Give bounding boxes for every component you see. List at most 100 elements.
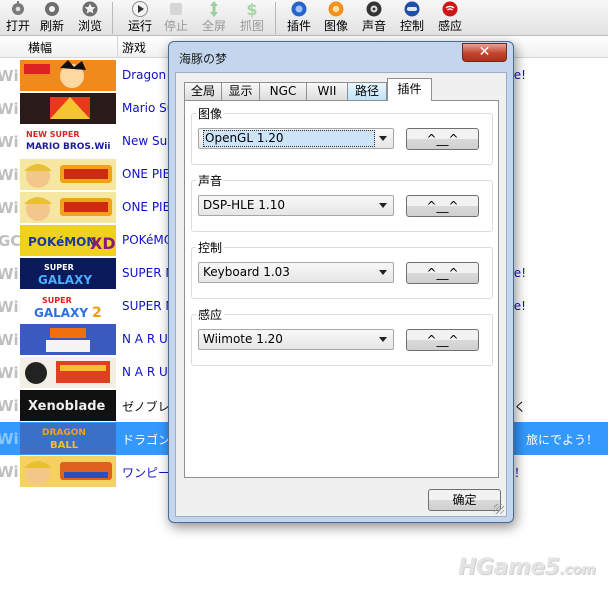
group-label: 控制 (196, 239, 225, 256)
svg-text:GALAXY: GALAXY (38, 273, 92, 287)
svg-text:BALL: BALL (50, 440, 79, 451)
plugin-label: 插件 (286, 19, 311, 33)
chevron-down-icon (379, 337, 387, 342)
run-button[interactable]: 运行 (122, 0, 158, 36)
tab-plugins[interactable]: 插件 (387, 78, 432, 101)
toolbar: 打开 刷新 浏览 运行 停止 全屏 $ 抓图 插件 图像 声音 控制 感应 (0, 0, 608, 36)
group-label: 图像 (196, 105, 225, 122)
svg-text:DRAGON: DRAGON (42, 428, 86, 438)
fullscreen-label: 全屏 (201, 19, 226, 33)
svg-text:GALAXY: GALAXY (34, 306, 88, 320)
wiimote-config-button[interactable]: ^__^ (406, 329, 479, 351)
open-label: 打开 (5, 19, 30, 33)
close-icon: ✕ (478, 44, 491, 60)
graphics-plugin-select[interactable]: OpenGL 1.20 (198, 128, 394, 149)
controller-plugin-select[interactable]: Keyboard 1.03 (198, 262, 394, 283)
game-title: N A R U (122, 332, 168, 346)
select-value: Wiimote 1.20 (203, 332, 283, 346)
watermark-text: HGame5 (458, 555, 560, 580)
graphics-icon (328, 1, 344, 17)
stop-icon (170, 3, 182, 15)
sound-button[interactable]: 声音 (356, 0, 392, 36)
open-icon (12, 1, 24, 15)
refresh-icon (45, 2, 59, 16)
open-button[interactable]: 打开 (0, 0, 36, 36)
banner-image: POKéMONXD (20, 225, 116, 256)
game-title: Dragon (122, 68, 167, 82)
plugins-panel: 图像 OpenGL 1.20 ^__^ 声音 DSP-HLE 1.10 ^__^… (184, 100, 499, 478)
graphics-button[interactable]: 图像 (318, 0, 354, 36)
svg-text:MARIO BROS.Wii: MARIO BROS.Wii (26, 142, 110, 152)
controller-button[interactable]: 控制 (394, 0, 430, 36)
banner-image (20, 93, 116, 124)
browse-button[interactable]: 浏览 (72, 0, 108, 36)
refresh-button[interactable]: 刷新 (34, 0, 70, 36)
game-title: ONE PIE (122, 200, 171, 214)
game-title: POKéMO (122, 233, 174, 247)
column-game[interactable]: 游戏 (122, 39, 146, 56)
svg-text:POKéMON: POKéMON (28, 235, 96, 249)
chevron-down-icon (379, 270, 387, 275)
column-banner[interactable]: 横幅 (28, 39, 52, 56)
browse-label: 浏览 (77, 19, 102, 33)
sound-config-button[interactable]: ^__^ (406, 195, 479, 217)
banner-image (20, 192, 116, 223)
dialog-body: 全局 显示 NGC WII 路径 插件 图像 OpenGL 1.20 ^__^ … (175, 72, 507, 517)
svg-text:Xenoblade: Xenoblade (28, 399, 106, 414)
fullscreen-button[interactable]: 全屏 (196, 0, 232, 36)
group-label: 声音 (196, 172, 225, 189)
sound-label: 声音 (361, 19, 386, 33)
graphics-label: 图像 (323, 19, 348, 33)
plugin-button[interactable]: 插件 (281, 0, 317, 36)
platform-label: GC (0, 232, 22, 250)
wiimote-icon (442, 1, 458, 17)
graphics-config-button[interactable]: ^__^ (406, 128, 479, 150)
game-title: ONE PIE (122, 167, 171, 181)
resize-grip[interactable] (494, 504, 504, 514)
wiimote-group: 感应 Wiimote 1.20 ^__^ (191, 306, 493, 366)
chevron-down-icon (379, 136, 387, 141)
game-title: ゼノブレ (122, 400, 170, 414)
sound-icon (366, 1, 382, 17)
banner-image (20, 60, 116, 91)
controller-config-button[interactable]: ^__^ (406, 262, 479, 284)
tab-wii[interactable]: WII (306, 82, 348, 100)
group-label: 感应 (196, 306, 225, 323)
tab-paths[interactable]: 路径 (347, 82, 387, 100)
stop-label: 停止 (163, 19, 188, 33)
screenshot-label: 抓图 (239, 19, 264, 33)
close-button[interactable]: ✕ (462, 43, 507, 62)
column-divider[interactable] (117, 36, 118, 58)
banner-image: SUPERGALAXY (20, 258, 116, 289)
graphics-group: 图像 OpenGL 1.20 ^__^ (191, 105, 493, 165)
controller-icon (404, 1, 420, 17)
browse-icon (82, 1, 98, 17)
game-title: ワンピー (122, 466, 171, 480)
refresh-label: 刷新 (39, 19, 64, 33)
banner-image (20, 357, 116, 388)
play-icon (132, 1, 148, 17)
watermark: HGame5.com (458, 555, 596, 580)
svg-text:$: $ (246, 0, 257, 18)
banner-image: NEW SUPER MARIO BROS.Wii (20, 126, 116, 157)
sound-group: 声音 DSP-HLE 1.10 ^__^ (191, 172, 493, 232)
banner-image (20, 159, 116, 190)
banner-image (20, 456, 116, 487)
tab-ngc[interactable]: NGC (259, 82, 307, 100)
controller-label: 控制 (399, 19, 424, 33)
select-value: OpenGL 1.20 (203, 130, 375, 147)
game-title: ドラゴン (122, 433, 171, 447)
tab-global[interactable]: 全局 (184, 82, 222, 100)
svg-text:SUPER: SUPER (44, 263, 74, 272)
stop-button[interactable]: 停止 (158, 0, 194, 36)
ok-button[interactable]: 确定 (428, 489, 501, 511)
svg-text:SUPER: SUPER (42, 296, 72, 305)
sound-plugin-select[interactable]: DSP-HLE 1.10 (198, 195, 394, 216)
watermark-suffix: .com (559, 562, 596, 578)
wiimote-button[interactable]: 感应 (432, 0, 468, 36)
banner-image: DRAGON BALL (20, 423, 116, 454)
screenshot-button[interactable]: $ 抓图 (234, 0, 270, 36)
tab-display[interactable]: 显示 (221, 82, 260, 100)
fullscreen-icon (210, 1, 218, 17)
wiimote-plugin-select[interactable]: Wiimote 1.20 (198, 329, 394, 350)
